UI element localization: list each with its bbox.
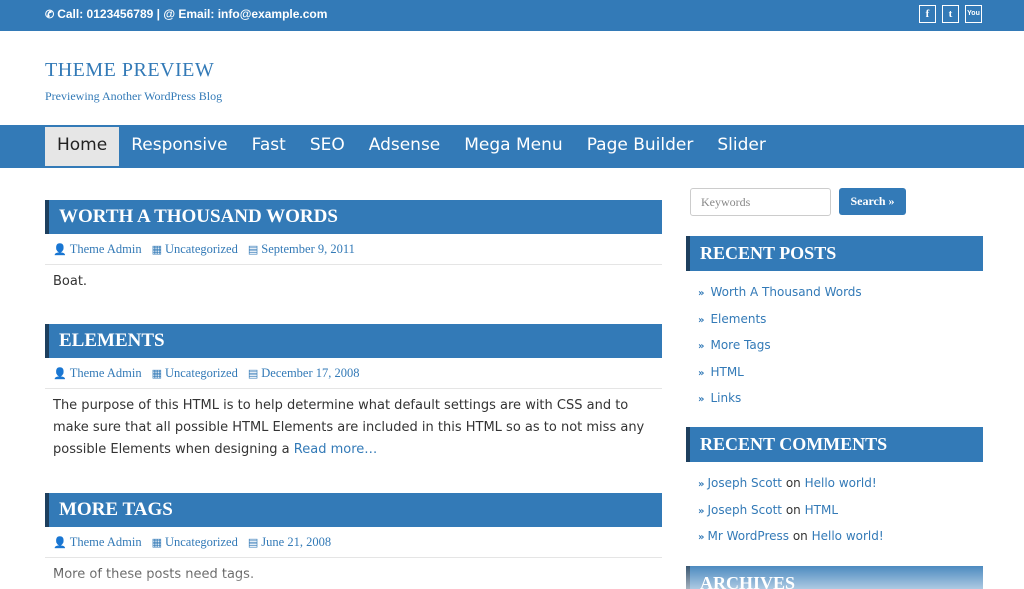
recent-post-link[interactable]: Elements (710, 312, 766, 326)
post-category[interactable]: Uncategorized (165, 358, 238, 389)
nav-item-page-builder[interactable]: Page Builder (575, 125, 706, 168)
post: MORE TAGS 👤 Theme Admin ▦ Uncategorized ▤ J… (45, 493, 662, 586)
list-item: » Links (698, 386, 983, 413)
youtube-icon[interactable]: You (965, 5, 982, 23)
social-links: f t You (919, 5, 982, 23)
post-author[interactable]: Theme Admin (70, 234, 142, 265)
category-icon: ▦ (151, 242, 162, 256)
top-bar: ✆ Call: 0123456789 | @ Email: info@exampl… (0, 0, 1024, 31)
recent-post-link[interactable]: Worth A Thousand Words (710, 285, 861, 299)
category-icon: ▦ (151, 535, 162, 549)
twitter-icon[interactable]: t (942, 5, 959, 23)
site-title[interactable]: THEME PREVIEW (45, 59, 214, 82)
search-input[interactable] (690, 188, 831, 216)
comment-on-text: on (792, 529, 808, 543)
main-nav: Home Responsive Fast SEO Adsense Mega Me… (0, 125, 1024, 168)
post-category[interactable]: Uncategorized (165, 234, 238, 265)
user-icon: 👤 (53, 242, 67, 256)
comment-author-link[interactable]: Mr WordPress (707, 529, 789, 543)
post-excerpt: The purpose of this HTML is to help dete… (45, 389, 662, 461)
post-author[interactable]: Theme Admin (70, 527, 142, 558)
post: ELEMENTS 👤 Theme Admin ▦ Uncategorized ▤ De… (45, 324, 662, 461)
comment-on-text: on (785, 502, 801, 517)
chevron-right-icon: » (698, 367, 705, 379)
calendar-icon: ▤ (247, 242, 259, 256)
post-meta: 👤 Theme Admin ▦ Uncategorized ▤ December 17… (45, 358, 662, 389)
widget-title: RECENT POSTS (686, 236, 983, 271)
recent-post-link[interactable]: HTML (710, 365, 743, 379)
chevron-right-icon: » (698, 505, 705, 517)
nav-item-slider[interactable]: Slider (705, 125, 777, 168)
calendar-icon: ▤ (247, 366, 259, 380)
list-item: » Mr WordPress on Hello world! (698, 524, 983, 551)
nav-item-adsense[interactable]: Adsense (357, 125, 453, 168)
chevron-right-icon: » (698, 288, 705, 299)
contact-text: Call: 0123456789 | @ Email: info@example… (57, 7, 328, 21)
recent-post-link[interactable]: More Tags (710, 338, 770, 352)
chevron-right-icon: » (698, 479, 705, 490)
comment-post-link[interactable]: HTML (805, 503, 838, 517)
user-icon: 👤 (53, 535, 67, 549)
archives-widget: ARCHIVES (686, 566, 983, 589)
chevron-right-icon: » (698, 341, 705, 352)
search-button[interactable]: Search » (839, 188, 906, 215)
post-meta: 👤 Theme Admin ▦ Uncategorized ▤ June 21, 20… (45, 527, 662, 558)
user-icon: 👤 (53, 366, 67, 380)
recent-post-link[interactable]: Links (710, 391, 741, 405)
post: WORTH A THOUSAND WORDS 👤 Theme Admin ▦ Unc… (45, 200, 662, 293)
post-category[interactable]: Uncategorized (165, 527, 238, 558)
comment-post-link[interactable]: Hello world! (812, 529, 884, 543)
post-author[interactable]: Theme Admin (70, 358, 142, 389)
nav-item-seo[interactable]: SEO (298, 125, 357, 168)
post-title[interactable]: WORTH A THOUSAND WORDS (45, 200, 662, 234)
list-item: » Worth A Thousand Words (698, 280, 983, 307)
post-date[interactable]: September 9, 2011 (261, 234, 355, 265)
chevron-right-icon: » (698, 314, 705, 326)
phone-icon: ✆ (45, 9, 55, 21)
calendar-icon: ▤ (247, 535, 259, 549)
recent-comments-widget: RECENT COMMENTS » Joseph Scott on Hello w… (686, 427, 983, 551)
post-title[interactable]: MORE TAGS (45, 493, 662, 527)
nav-item-fast[interactable]: Fast (240, 125, 298, 168)
contact-info: ✆ Call: 0123456789 | @ Email: info@exampl… (45, 7, 327, 21)
post-excerpt: More of these posts need tags. (53, 567, 255, 582)
post-meta: 👤 Theme Admin ▦ Uncategorized ▤ September 9… (45, 234, 662, 265)
comment-on-text: on (785, 476, 801, 490)
list-item: » Elements (698, 307, 983, 334)
post-excerpt: Boat. (53, 274, 88, 289)
category-icon: ▦ (151, 366, 162, 380)
comment-author-link[interactable]: Joseph Scott (707, 476, 782, 490)
nav-item-home[interactable]: Home (45, 127, 120, 166)
nav-item-mega-menu[interactable]: Mega Menu (452, 125, 574, 168)
post-date[interactable]: December 17, 2008 (261, 358, 359, 389)
post-title[interactable]: ELEMENTS (45, 324, 662, 358)
chevron-right-icon: » (698, 394, 705, 405)
post-date[interactable]: June 21, 2008 (261, 527, 331, 558)
recent-posts-widget: RECENT POSTS » Worth A Thousand Words » El… (686, 236, 983, 413)
read-more-link[interactable]: Read more… (294, 442, 377, 457)
comment-post-link[interactable]: Hello world! (805, 476, 877, 490)
facebook-icon[interactable]: f (919, 5, 936, 23)
list-item: » Joseph Scott on Hello world! (698, 471, 983, 498)
site-description: Previewing Another WordPress Blog (45, 89, 223, 103)
list-item: » HTML (698, 360, 983, 387)
comment-author-link[interactable]: Joseph Scott (707, 503, 782, 517)
list-item: » Joseph Scott on HTML (698, 498, 983, 525)
nav-item-responsive[interactable]: Responsive (119, 125, 239, 168)
widget-title: ARCHIVES (686, 566, 983, 589)
list-item: » More Tags (698, 333, 983, 360)
widget-title: RECENT COMMENTS (686, 427, 983, 462)
chevron-right-icon: » (698, 532, 705, 543)
